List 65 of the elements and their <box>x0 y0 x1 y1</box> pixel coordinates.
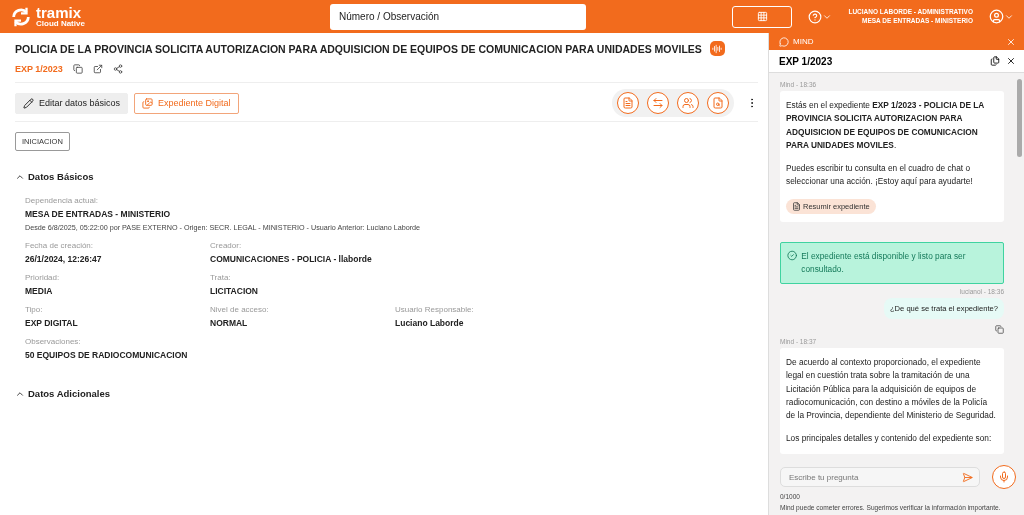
section-header[interactable]: Datos Básicos <box>15 171 758 182</box>
microphone-icon <box>998 471 1010 483</box>
expediente-number: EXP 1/2023 <box>15 64 63 74</box>
field-label: Trata: <box>210 273 232 282</box>
apps-button[interactable] <box>732 5 793 28</box>
field-value: COMUNICACIONES - POLICIA - llaborde <box>210 254 373 264</box>
share-button[interactable] <box>112 64 123 74</box>
field-label: Observaciones: <box>25 337 82 346</box>
copy-button[interactable] <box>995 325 1004 335</box>
field-label: Nivel de acceso: <box>210 305 270 314</box>
copy-button[interactable] <box>72 64 83 74</box>
file-search-button[interactable] <box>707 92 729 114</box>
transfer-button[interactable] <box>647 92 669 114</box>
field-label: Fecha de creación: <box>25 241 95 250</box>
question-field[interactable]: Escribe tu pregunta <box>780 467 980 487</box>
edit-button[interactable]: Editar datos básicos <box>15 92 129 114</box>
help-button[interactable] <box>808 9 833 24</box>
help-icon <box>808 9 823 24</box>
document-icon <box>622 97 634 109</box>
open-external-button[interactable] <box>92 64 103 74</box>
section-header[interactable]: Datos Adicionales <box>15 388 758 399</box>
message-text: Puedes escribir tu consulta en el cuadro de chat o seleccionar una acción. ¡Estoy aquí para ayudarte! <box>786 162 974 189</box>
search-field[interactable]: Número / Observación <box>330 3 586 30</box>
field-value: MEDIA <box>25 286 54 296</box>
document-icon <box>792 201 801 211</box>
field-value: MESA DE ENTRADAS - MINISTERIO <box>25 209 172 219</box>
users-icon <box>682 97 694 109</box>
check-circle-icon <box>787 249 798 261</box>
close-icon[interactable] <box>1006 56 1016 66</box>
chat-subject: EXP 1/2023 <box>779 55 833 67</box>
field-value: LICITACION <box>210 286 259 296</box>
pencil-icon <box>23 97 34 109</box>
question-field[interactable]: Escribe tu pregunta <box>787 471 962 483</box>
arrows-icon <box>652 97 664 109</box>
chat-title: MIND <box>793 37 814 46</box>
logo-icon <box>10 5 32 28</box>
field-value: 26/1/2024, 12:26:47 <box>25 254 103 264</box>
logo-tagline: Cloud Native <box>36 20 85 28</box>
field-value: EXP DIGITAL <box>25 318 79 328</box>
field-value: Luciano Laborde <box>395 318 465 328</box>
file-search-icon <box>712 97 724 109</box>
grid-icon <box>756 11 768 22</box>
field-value: 50 EQUIPOS DE RADIOCOMUNICACION <box>25 350 189 360</box>
field-label: Creador: <box>210 241 243 250</box>
audio-badge-icon <box>709 41 725 56</box>
expediente-title: POLICIA DE LA PROVINCIA SOLICITA AUTORIZACION PARA ADQUISICION DE EQUIPOS DE COMUNICACION PARA UNIDADES MOVILES <box>15 42 702 55</box>
field-label: Prioridad: <box>25 273 61 282</box>
document-button[interactable] <box>617 92 639 114</box>
send-icon[interactable] <box>962 471 973 483</box>
user-icon <box>989 9 1004 24</box>
message-text: De acuerdo al contexto proporcionado, el expediente legal en cuestión trata sobre la tramitación de una Licitación Pública para la adquisición de equipos de radiocomunicación, con destino a móviles de la Policía de la Provincia, dependiente del Ministerio de Seguridad. <box>786 356 997 423</box>
gallery-icon <box>142 97 154 109</box>
message-text: Los principales detalles y contenido del expediente son: <box>786 432 993 446</box>
field-label: Tipo: <box>25 305 44 314</box>
field-label: Usuario Responsable: <box>395 305 475 314</box>
logo-name: tramix <box>36 5 83 20</box>
chat-bubble-icon <box>779 36 789 47</box>
field-value: NORMAL <box>210 318 249 328</box>
copy-icon[interactable] <box>990 56 1000 66</box>
field-label: Dependencia actual: <box>25 196 99 205</box>
users-button[interactable] <box>677 92 699 114</box>
user-menu-button[interactable] <box>989 9 1014 24</box>
message-text: Estás en el expediente EXP 1/2023 - POLICIA DE LA PROVINCIA SOLICITA AUTORIZACION PARA ADQUISICION DE EQUIPOS DE COMUNICACION PARA UNIDADES MOVILES. <box>786 99 985 152</box>
microphone-button[interactable] <box>992 465 1016 489</box>
status-text: El expediente está disponible y listo para ser consultado. <box>801 249 967 276</box>
